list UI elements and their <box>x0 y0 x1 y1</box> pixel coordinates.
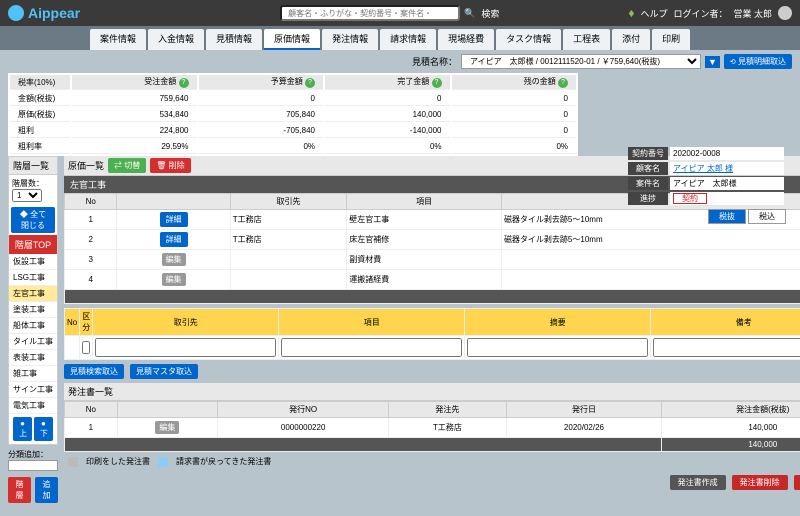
layer-top-button[interactable]: 階層TOP <box>9 235 57 254</box>
layer-item[interactable]: 船体工事 <box>9 318 57 334</box>
cost-row: 4編集運搬諸経費式116,00016,000 <box>65 270 800 290</box>
tax-ex-button[interactable]: 税抜 <box>708 209 746 224</box>
layer-down-button[interactable]: ● 下 <box>34 417 53 441</box>
row-btn[interactable]: 詳細 <box>160 232 188 247</box>
info-box: 契約番号202002-0008顧客名アイピア 太郎 様案件名アイピア 太郎様進捗… <box>626 145 786 224</box>
order-title: 発注書一覧 <box>64 383 800 401</box>
layer-title: 階層一覧 <box>9 157 57 175</box>
help-icon[interactable]: ? <box>558 78 568 88</box>
user-icon[interactable] <box>778 6 792 20</box>
tab-4[interactable]: 発注情報 <box>322 29 378 50</box>
tax-in-button[interactable]: 税込 <box>748 209 786 224</box>
type-select[interactable]: 通常 <box>82 341 90 354</box>
order-delete-button[interactable]: 発注書削除 <box>732 475 788 490</box>
estimate-select[interactable]: アイピア 太郎様 / 0012111520-01 / ￥759,640(税抜) <box>461 54 701 69</box>
logo: Aippear <box>8 5 80 21</box>
layer-item[interactable]: 表装工事 <box>9 350 57 366</box>
login-label: ログイン者： <box>673 7 727 20</box>
layer-add-button[interactable]: 追加 <box>35 477 58 503</box>
delete-button[interactable]: 🗑 削除 <box>150 158 190 173</box>
search-button[interactable]: 検索 <box>481 7 499 20</box>
order-edit-btn[interactable]: 編集 <box>155 421 179 434</box>
tab-1[interactable]: 入金情報 <box>148 29 204 50</box>
tab-6[interactable]: 現場経費 <box>438 29 494 50</box>
tab-5[interactable]: 請求情報 <box>380 29 436 50</box>
user-name: 営業 太郎 <box>733 7 772 20</box>
tab-3[interactable]: 原価情報 <box>264 29 320 50</box>
summary-table: 税率(10%)受注金額 ?予算金額 ?完了金額 ?残の金額 ? 金額(税抜)75… <box>8 73 578 156</box>
help-icon[interactable]: ? <box>432 78 442 88</box>
layer-count-select[interactable]: 1 <box>12 189 42 202</box>
help-link[interactable]: ヘルプ <box>640 7 667 20</box>
row-btn[interactable]: 詳細 <box>160 212 188 227</box>
tab-10[interactable]: 印刷 <box>652 29 690 50</box>
search-import-button[interactable]: 見積検索取込 <box>64 364 124 379</box>
order-cancel-button[interactable]: 発注書取消 <box>794 475 800 490</box>
note-input[interactable] <box>653 338 800 357</box>
row-btn[interactable]: 編集 <box>162 273 186 286</box>
layer-delete-button[interactable]: 階層 <box>8 477 31 503</box>
layer-item[interactable]: タイル工事 <box>9 334 57 350</box>
tab-7[interactable]: タスク情報 <box>496 29 561 50</box>
layer-up-button[interactable]: ● 上 <box>13 417 32 441</box>
search-input[interactable] <box>280 5 460 21</box>
help-icon[interactable]: ? <box>305 78 315 88</box>
tab-0[interactable]: 案件情報 <box>90 29 146 50</box>
layer-item[interactable]: サイン工事 <box>9 382 57 398</box>
layer-item[interactable]: LSG工事 <box>9 270 57 286</box>
switch-button[interactable]: ⇄ 切替 <box>108 158 146 173</box>
layer-item[interactable]: 雑工事 <box>9 366 57 382</box>
main-tabs: 案件情報入金情報見積情報原価情報発注情報請求情報現場経費タスク情報工程表添付印刷 <box>0 26 800 50</box>
item-input[interactable] <box>281 338 462 357</box>
layer-item[interactable]: 左官工事 <box>9 286 57 302</box>
row-btn[interactable]: 編集 <box>162 253 186 266</box>
help-icon[interactable]: ♦ <box>628 6 634 20</box>
desc-input[interactable] <box>467 338 648 357</box>
master-import-button[interactable]: 見積マスタ取込 <box>130 364 198 379</box>
vendor-input[interactable] <box>95 338 276 357</box>
order-create-button[interactable]: 発注書作成 <box>670 475 726 490</box>
estimate-import-button[interactable]: ⟲ 見積明細取込 <box>724 54 792 69</box>
category-input[interactable] <box>8 460 58 471</box>
tab-9[interactable]: 添付 <box>612 29 650 50</box>
cost-row: 3編集副資材費式115,00015,000 <box>65 250 800 270</box>
order-table: No発行NO発注先発行日発注金額(税抜)運送金額(税抜)返品金額(税抜)備考 1… <box>64 401 800 452</box>
expand-button[interactable]: ◆ 全て閉じる <box>11 207 55 233</box>
layer-item[interactable]: 仮設工事 <box>9 254 57 270</box>
dropdown-icon[interactable]: ▼ <box>705 56 720 68</box>
tab-2[interactable]: 見積情報 <box>206 29 262 50</box>
estimate-label: 見積名称： <box>412 55 457 68</box>
tab-8[interactable]: 工程表 <box>563 29 610 50</box>
legend-returned-icon <box>158 457 168 467</box>
help-icon[interactable]: ? <box>179 78 189 88</box>
layer-item[interactable]: 電気工事 <box>9 398 57 414</box>
search-icon: 🔍 <box>464 8 475 19</box>
layer-item[interactable]: 塗装工事 <box>9 302 57 318</box>
legend-printed-icon <box>68 457 78 467</box>
cost-row: 2詳細T工務店床左官補修磁器タイル剥去跡5～10mm㎡701,00070,000 <box>65 230 800 250</box>
cost-title: 原価一覧 <box>68 159 104 172</box>
